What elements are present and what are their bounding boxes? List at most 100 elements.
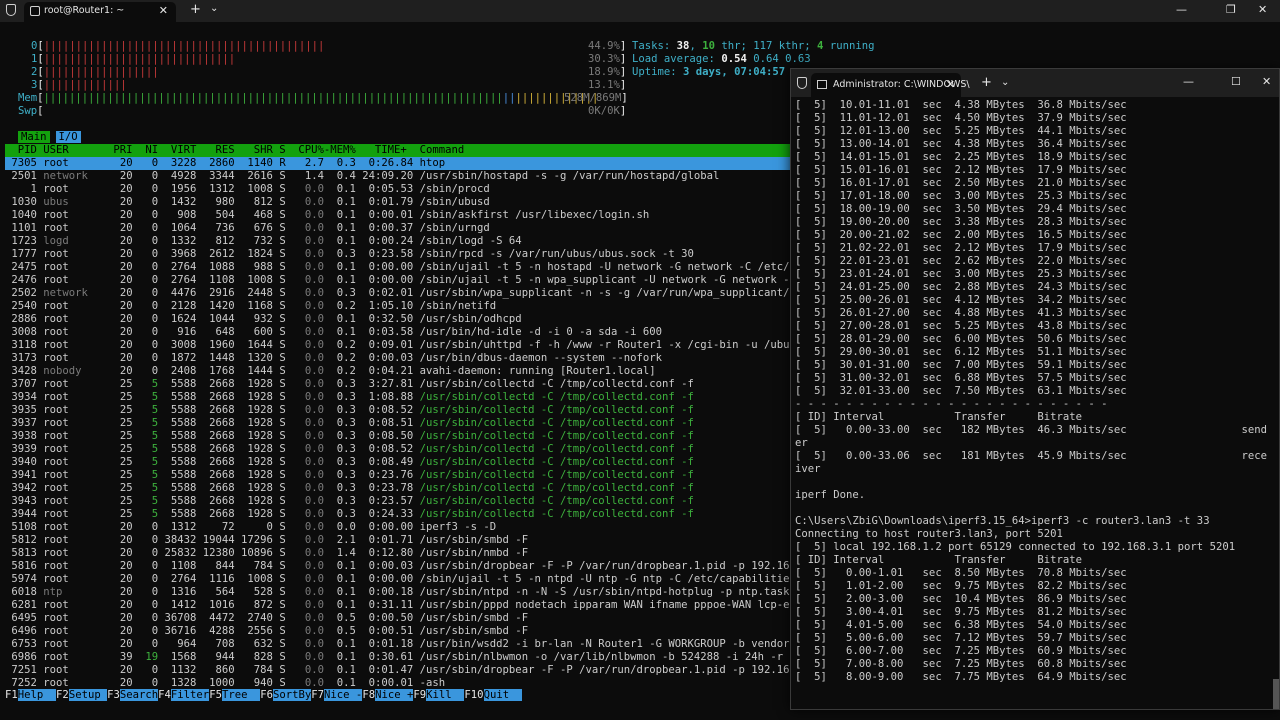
minimize-button[interactable]: — [1176, 3, 1187, 16]
process-row[interactable]: 3943 root 25 5 5588 2668 1928 S 0.0 0.3 … [5, 495, 790, 508]
process-row[interactable]: 6018 ntp 20 0 1316 564 528 S 0.0 0.1 0:0… [5, 586, 790, 599]
cell-cmd: /usr/bin/dbus-daemon --system --nofork [419, 352, 663, 364]
process-row[interactable]: 2476 root 20 0 2764 1108 1008 S 0.0 0.1 … [5, 274, 790, 287]
process-row[interactable]: 2886 root 20 0 1624 1044 932 S 0.0 0.1 0… [5, 313, 790, 326]
process-row[interactable]: 6495 root 20 0 36708 4472 2740 S 0.0 0.5… [5, 612, 790, 625]
process-row[interactable]: 3938 root 25 5 5588 2668 1928 S 0.0 0.3 … [5, 430, 790, 443]
process-row[interactable]: 1 root 20 0 1956 1312 1008 S 0.0 0.1 0:0… [5, 183, 790, 196]
cell-cpu: 0.0 [298, 196, 331, 208]
process-row[interactable]: 3939 root 25 5 5588 2668 1928 S 0.0 0.3 … [5, 443, 790, 456]
fkey-f4[interactable]: F4 [158, 689, 171, 701]
process-row[interactable]: 3118 root 20 0 3008 1960 1644 S 0.0 0.2 … [5, 339, 790, 352]
process-row[interactable]: 5108 root 20 0 1312 72 0 S 0.0 0.0 0:00.… [5, 521, 790, 534]
cpu-meter-3: 3[||||||||||||| [31, 79, 127, 92]
tab-main[interactable]: Main [18, 131, 50, 143]
process-row[interactable]: 7251 root 20 0 1132 860 784 S 0.0 0.1 0:… [5, 664, 790, 677]
new-tab-button[interactable]: + [190, 2, 201, 17]
cmd-line: Connecting to host router3.lan3, port 52… [795, 528, 1063, 540]
cell-cpu: 0.0 [298, 378, 331, 390]
cell-res: 1000 [202, 677, 242, 689]
fkey-label[interactable]: SortBy [273, 689, 312, 701]
cell-cpu: 0.0 [298, 248, 331, 260]
fkey-label[interactable]: Help [17, 689, 57, 701]
close-window-button[interactable]: ✕ [1258, 3, 1267, 16]
process-row[interactable]: 3707 root 25 5 5588 2668 1928 S 0.0 0.3 … [5, 378, 790, 391]
fkey-f10[interactable]: F10 [464, 689, 483, 701]
cell-user: root [43, 183, 108, 195]
process-row[interactable]: 5812 root 20 0 38432 19044 17296 S 0.0 2… [5, 534, 790, 547]
fkey-label[interactable]: Nice - [324, 689, 363, 701]
process-row[interactable]: 1777 root 20 0 3968 2612 1824 S 0.0 0.3 … [5, 248, 790, 261]
close-window-button[interactable]: ✕ [1262, 75, 1271, 88]
restore-button[interactable]: ❐ [1226, 3, 1236, 16]
fkey-label[interactable]: Kill [426, 689, 465, 701]
cmd-output[interactable]: [ 5] 10.01-11.01 sec 4.38 MBytes 36.8 Mb… [795, 99, 1277, 684]
chevron-down-icon[interactable]: ⌄ [1001, 77, 1009, 88]
fkey-label[interactable]: Quit [483, 689, 522, 701]
fkey-f2[interactable]: F2 [56, 689, 69, 701]
process-row[interactable]: 1101 root 20 0 1064 736 676 S 0.0 0.1 0:… [5, 222, 790, 235]
tab-io[interactable]: I/O [55, 131, 81, 143]
process-row[interactable]: 3428 nobody 20 0 2408 1768 1444 S 0.0 0.… [5, 365, 790, 378]
cell-cmd: /sbin/ubusd [419, 196, 490, 208]
process-row[interactable]: 2501 network 20 0 4928 3344 2616 S 1.4 0… [5, 170, 790, 183]
process-row[interactable]: 1040 root 20 0 908 504 468 S 0.0 0.1 0:0… [5, 209, 790, 222]
process-row[interactable]: 7305 root 20 0 3228 2860 1140 R 2.7 0.3 … [5, 157, 790, 170]
process-table-header[interactable]: PID USER PRI NI VIRT RES SHR S CPU%-MEM%… [5, 144, 790, 157]
fkey-label[interactable]: Filter [170, 689, 210, 701]
cell-shr: 1644 [241, 339, 280, 351]
process-row[interactable]: 2540 root 20 0 2128 1420 1168 S 0.0 0.2 … [5, 300, 790, 313]
tab-router1[interactable]: root@Router1: ~ ✕ [24, 2, 176, 22]
cpu-bars: |||||||||||||||||| [43, 66, 159, 78]
fkey-label[interactable]: Setup [68, 689, 108, 701]
process-row[interactable]: 2502 network 20 0 4476 2916 2448 S 0.0 0… [5, 287, 790, 300]
process-row[interactable]: 2475 root 20 0 2764 1088 988 S 0.0 0.1 0… [5, 261, 790, 274]
process-row[interactable]: 1723 logd 20 0 1332 812 732 S 0.0 0.1 0:… [5, 235, 790, 248]
tab-administrator[interactable]: Administrator: C:\WINDOWS\ ✕ [811, 73, 970, 97]
cell-user: root [43, 534, 108, 546]
process-row[interactable]: 5974 root 20 0 2764 1116 1008 S 0.0 0.1 … [5, 573, 790, 586]
process-row[interactable]: 5816 root 20 0 1108 844 784 S 0.0 0.1 0:… [5, 560, 790, 573]
new-tab-button[interactable]: + [981, 75, 992, 90]
close-tab-icon[interactable]: ✕ [946, 78, 955, 91]
cell-ni: 0 [138, 534, 165, 546]
process-row[interactable]: 3942 root 25 5 5588 2668 1928 S 0.0 0.3 … [5, 482, 790, 495]
process-row[interactable]: 3941 root 25 5 5588 2668 1928 S 0.0 0.3 … [5, 469, 790, 482]
fkey-f3[interactable]: F3 [107, 689, 120, 701]
fkey-f1[interactable]: F1 [5, 689, 18, 701]
fkey-f6[interactable]: F6 [260, 689, 273, 701]
process-row[interactable]: 5813 root 20 0 25832 12380 10896 S 0.0 1… [5, 547, 790, 560]
cmd-line: [ 5] 0.00-1.01 sec 8.50 MBytes 70.8 Mbit… [795, 567, 1127, 579]
fkey-label[interactable]: Tree [221, 689, 261, 701]
process-row[interactable]: 6281 root 20 0 1412 1016 872 S 0.0 0.1 0… [5, 599, 790, 612]
cpu-bars: ||||||||||||||||||||||||||||||||||||||||… [43, 40, 325, 52]
maximize-button[interactable]: ☐ [1231, 75, 1241, 88]
minimize-button[interactable]: — [1183, 75, 1194, 88]
process-row[interactable]: 3940 root 25 5 5588 2668 1928 S 0.0 0.3 … [5, 456, 790, 469]
fkey-f8[interactable]: F8 [362, 689, 375, 701]
cell-res: 2612 [202, 248, 242, 260]
fkey-label[interactable]: Nice + [375, 689, 414, 701]
scrollbar-thumb[interactable] [1273, 679, 1279, 709]
process-row[interactable]: 3937 root 25 5 5588 2668 1928 S 0.0 0.3 … [5, 417, 790, 430]
process-row[interactable]: 3008 root 20 0 916 648 600 S 0.0 0.1 0:0… [5, 326, 790, 339]
fkey-f9[interactable]: F9 [413, 689, 426, 701]
process-row[interactable]: 6986 root 39 19 1568 944 828 S 0.0 0.1 0… [5, 651, 790, 664]
process-row[interactable]: 3935 root 25 5 5588 2668 1928 S 0.0 0.3 … [5, 404, 790, 417]
fkey-label[interactable]: Search [119, 689, 159, 701]
chevron-down-icon[interactable]: ⌄ [210, 3, 218, 14]
fkey-f5[interactable]: F5 [209, 689, 222, 701]
process-row[interactable]: 6753 root 20 0 964 708 632 S 0.0 0.1 0:0… [5, 638, 790, 651]
process-row[interactable]: 3944 root 25 5 5588 2668 1928 S 0.0 0.3 … [5, 508, 790, 521]
process-row[interactable]: 3934 root 25 5 5588 2668 1928 S 0.0 0.3 … [5, 391, 790, 404]
cell-pid: 7305 [5, 157, 44, 169]
process-row[interactable]: 3173 root 20 0 1872 1448 1320 S 0.0 0.2 … [5, 352, 790, 365]
fkey-f7[interactable]: F7 [311, 689, 324, 701]
process-row[interactable]: 1030 ubus 20 0 1432 980 812 S 0.0 0.1 0:… [5, 196, 790, 209]
cmd-line: [ 5] 32.01-33.00 sec 7.50 MBytes 63.1 Mb… [795, 385, 1127, 397]
cell-pri: 20 [107, 612, 139, 624]
process-row[interactable]: 6496 root 20 0 36716 4288 2556 S 0.0 0.5… [5, 625, 790, 638]
cell-ni: 5 [138, 495, 165, 507]
cell-user: logd [43, 235, 108, 247]
close-tab-icon[interactable]: ✕ [159, 4, 168, 17]
